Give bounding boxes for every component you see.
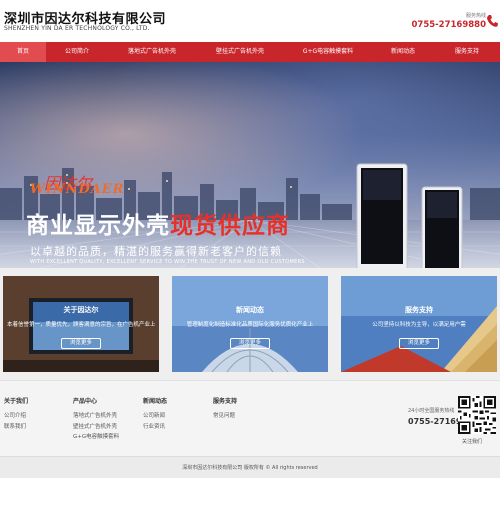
headline-red: 现货供应商 [170,213,290,239]
brand-logo-en: WINNDAER [30,182,125,197]
nav-about[interactable]: 公司简介 [46,42,108,62]
footer-link[interactable]: 公司介绍 [4,411,28,422]
headline-white: 商业显示外壳 [26,213,170,239]
hotline-label: 服务热线 [465,13,486,19]
card-news-text: 管理制度化制造标准化品质国际化服务优质化产业上 [186,322,314,328]
card-about-text: 本着信誉第一，质量优先，顾客满意的宗旨，在广告机产业上的经营 [7,322,155,328]
footer-col-about: 关于我们 公司介绍 联系我们 [4,396,28,432]
banner-slogan: 以卓越的品质，精湛的服务赢得新老客户的信赖 [30,245,282,258]
card-news-button[interactable]: 浏览更多 [230,338,270,349]
hero-banner[interactable]: 因达尔 WINNDAER 商业显示外壳现货供应商 以卓越的品质，精湛的服务赢得新… [0,62,500,268]
footer-link[interactable]: 常见问题 [213,411,237,422]
main-nav: 首页 公司简介 落地式广告机外壳 壁挂式广告机外壳 G+G电容触摸套料 新闻动态… [0,42,500,62]
banner-slogan-en: WITH EXCELLENT QUALITY, EXCELLENT SERVIC… [30,259,305,265]
footer-link[interactable]: 落地式广告机外壳 [73,411,119,422]
card-news[interactable]: 新闻动态 管理制度化制造标准化品质国际化服务优质化产业上 浏览更多 [172,276,328,372]
qr-label: 关注我们 [462,439,483,445]
footer-col-products: 产品中心 落地式广告机外壳 壁挂式广告机外壳 G+G电容触摸套料 [73,396,119,443]
phone-icon [487,15,498,27]
nav-wall-kiosk[interactable]: 壁挂式广告机外壳 [196,42,284,62]
card-support[interactable]: 服务支持 公司坚持以科技为主导，以满足用户需 浏览更多 [341,276,497,372]
card-support-button[interactable]: 浏览更多 [399,338,439,349]
site-header: 深圳市因达尔科技有限公司 SHENZHEN YIN DA ER TECHNOLO… [0,0,500,42]
card-support-title: 服务支持 [405,306,433,314]
footer-col-title: 服务支持 [213,398,238,405]
card-news-title: 新闻动态 [236,306,264,314]
copyright-text: 深圳市因达尔科技有限公司 版权所有 © All rights reserved [182,465,318,471]
nav-support[interactable]: 服务支持 [434,42,500,62]
footer-link[interactable]: 联系我们 [4,422,28,433]
footer-col-title: 新闻动态 [143,398,168,405]
card-about[interactable]: 关于因达尔 本着信誉第一，质量优先，顾客满意的宗旨，在广告机产业上的经营 浏览更… [3,276,159,372]
footer-col-support: 服务支持 常见问题 [213,396,237,422]
card-about-title: 关于因达尔 [63,306,99,314]
footer-col-news: 新闻动态 公司新闻 行业资讯 [143,396,167,432]
kiosk-product-large [356,163,408,268]
footer-col-title: 关于我们 [4,398,29,405]
banner-headline: 商业显示外壳现货供应商 [26,206,290,240]
card-about-button[interactable]: 浏览更多 [61,338,101,349]
footer-link[interactable]: 行业资讯 [143,422,167,433]
nav-floor-kiosk[interactable]: 落地式广告机外壳 [108,42,196,62]
footer-link[interactable]: 壁挂式广告机外壳 [73,422,119,433]
footer-link[interactable]: G+G电容触摸套料 [73,432,119,443]
qr-code-icon [458,396,496,434]
nav-touch-kits[interactable]: G+G电容触摸套料 [284,42,372,62]
nav-home[interactable]: 首页 [0,42,46,62]
card-support-text: 公司坚持以科技为主导，以满足用户需 [372,322,466,328]
hotline-number: 0755-27169880 [411,20,487,30]
footer-link[interactable]: 公司新闻 [143,411,167,422]
nav-news[interactable]: 新闻动态 [372,42,434,62]
footer-col-title: 产品中心 [73,398,98,405]
company-name-en: SHENZHEN YIN DA ER TECHNOLOGY CO., LTD. [4,25,150,32]
footer-hotline-label: 24小时全国服务热线 [408,408,455,414]
kiosk-product-small [421,186,463,268]
